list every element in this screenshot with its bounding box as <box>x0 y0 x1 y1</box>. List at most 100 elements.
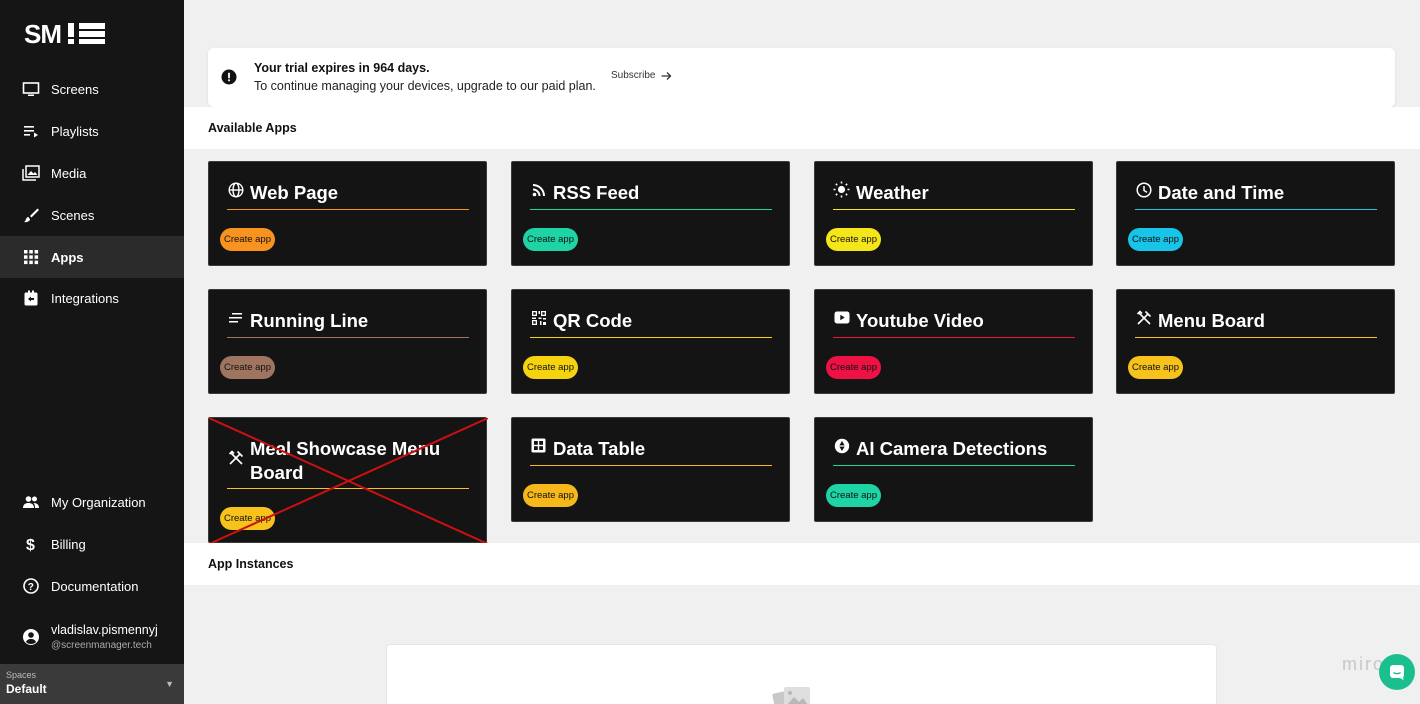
nav-label: Scenes <box>51 207 95 223</box>
utensils-icon <box>227 449 244 466</box>
nav-item-scenes[interactable]: Scenes <box>0 194 184 236</box>
monitor-icon <box>22 80 40 98</box>
banner-text: To continue managing your devices, upgra… <box>254 79 596 93</box>
app-title: Running Line <box>250 310 369 331</box>
card-divider <box>530 337 772 338</box>
nav-item-apps[interactable]: Apps <box>0 236 184 278</box>
card-divider <box>530 209 772 210</box>
nav-label: Apps <box>51 249 84 265</box>
nav-item-media[interactable]: Media <box>0 152 184 194</box>
account-circle-icon <box>22 628 40 646</box>
app-card-youtube-video[interactable]: Youtube Video Create app <box>814 289 1093 394</box>
nav-label: Playlists <box>51 123 99 139</box>
nav-item-my-organization[interactable]: My Organization <box>0 481 184 523</box>
nav-label: Screens <box>51 81 99 97</box>
svg-text:$: $ <box>26 537 35 553</box>
user-profile[interactable]: vladislav.pismennyj @screenmanager.tech <box>0 614 184 660</box>
card-divider <box>833 209 1075 210</box>
create-app-button[interactable]: Create app <box>1128 356 1184 379</box>
alert-icon <box>221 69 237 85</box>
app-card-menu-board[interactable]: Menu Board Create app <box>1116 289 1395 394</box>
nav-item-billing[interactable]: $ Billing <box>0 523 184 565</box>
app-title: Date and Time <box>1158 182 1285 203</box>
card-divider <box>1135 337 1377 338</box>
chat-icon <box>1390 665 1404 680</box>
globe-icon <box>227 181 244 198</box>
svg-text:?: ? <box>28 582 34 593</box>
app-card-ai-camera-detections[interactable]: AI Camera Detections Create app <box>814 417 1093 522</box>
nav-item-integrations[interactable]: Integrations <box>0 277 184 319</box>
rss-icon <box>530 181 547 198</box>
app-title: Menu Board <box>1158 310 1265 331</box>
app-card-rss-feed[interactable]: RSS Feed Create app <box>511 161 790 266</box>
create-app-button[interactable]: Create app <box>220 356 276 379</box>
app-card-meal-showcase-menu-board[interactable]: Meal Showcase Menu Board Create app <box>208 417 488 544</box>
camera-aperture-icon <box>833 437 850 454</box>
qr-icon <box>530 309 547 326</box>
youtube-icon <box>833 309 850 326</box>
create-app-button[interactable]: Create app <box>220 228 276 251</box>
user-name: vladislav.pismennyj <box>51 623 158 637</box>
create-app-button[interactable]: Create app <box>826 484 882 507</box>
available-apps-header: Available Apps <box>184 107 1420 149</box>
card-divider <box>530 465 772 466</box>
card-divider <box>227 209 469 210</box>
playlist-icon <box>22 122 40 140</box>
help-icon: ? <box>22 577 40 595</box>
nav-label: Media <box>51 165 87 181</box>
create-app-button[interactable]: Create app <box>523 484 579 507</box>
trial-banner: Your trial expires in 964 days. To conti… <box>208 48 1395 107</box>
grid-icon <box>22 248 40 266</box>
app-title: Meal Showcase Menu Board <box>250 438 441 483</box>
clock-icon <box>1135 181 1152 198</box>
app-title: Data Table <box>553 438 646 459</box>
arrow-right-icon <box>661 71 672 80</box>
card-divider <box>1135 209 1377 210</box>
card-divider <box>227 337 469 338</box>
spaces-selector[interactable]: Spaces Default ▼ <box>0 664 184 704</box>
app-instances-header: App Instances <box>184 543 1420 585</box>
spaces-label: Spaces <box>6 670 37 680</box>
create-app-button[interactable]: Create app <box>1128 228 1184 251</box>
nav-label: Billing <box>51 536 86 552</box>
nav-label: Integrations <box>51 290 119 306</box>
utensils-icon <box>1135 309 1152 326</box>
app-card-data-table[interactable]: Data Table Create app <box>511 417 790 522</box>
spaces-value: Default <box>6 682 47 696</box>
create-app-button[interactable]: Create app <box>826 228 882 251</box>
app-card-running-line[interactable]: Running Line Create app <box>208 289 487 394</box>
section-title: Available Apps <box>208 121 297 135</box>
create-app-button[interactable]: Create app <box>220 507 276 530</box>
create-app-button[interactable]: Create app <box>523 228 579 251</box>
placeholder-image-icon <box>772 687 810 704</box>
nav-item-documentation[interactable]: ? Documentation <box>0 565 184 607</box>
app-card-web-page[interactable]: Web Page Create app <box>208 161 487 266</box>
app-title: AI Camera Detections <box>856 438 1048 459</box>
nav-label: Documentation <box>51 578 139 594</box>
chat-support-button[interactable] <box>1379 654 1415 690</box>
app-title: QR Code <box>553 310 633 331</box>
card-divider <box>833 337 1075 338</box>
subscribe-label: Subscribe <box>611 70 656 81</box>
dollar-icon: $ <box>22 535 40 553</box>
app-card-qr-code[interactable]: QR Code Create app <box>511 289 790 394</box>
app-card-date-and-time[interactable]: Date and Time Create app <box>1116 161 1395 266</box>
app-logo[interactable]: SM <box>24 20 108 46</box>
chevron-down-icon: ▼ <box>165 679 174 689</box>
people-icon <box>22 493 40 511</box>
integration-icon <box>22 289 40 307</box>
nav-item-screens[interactable]: Screens <box>0 68 184 110</box>
app-card-weather[interactable]: Weather Create app <box>814 161 1093 266</box>
app-title: Youtube Video <box>856 310 984 331</box>
svg-text:SM: SM <box>24 20 61 46</box>
nav-label: My Organization <box>51 494 146 510</box>
nav-item-playlists[interactable]: Playlists <box>0 110 184 152</box>
user-domain: @screenmanager.tech <box>51 640 152 651</box>
sidebar: SM Screens Playlists Media Scenes Apps I… <box>0 0 184 704</box>
subscribe-link[interactable]: Subscribe <box>611 70 672 81</box>
app-title: RSS Feed <box>553 182 640 203</box>
create-app-button[interactable]: Create app <box>826 356 882 379</box>
image-icon <box>22 164 40 182</box>
create-app-button[interactable]: Create app <box>523 356 579 379</box>
app-title: Weather <box>856 182 929 203</box>
